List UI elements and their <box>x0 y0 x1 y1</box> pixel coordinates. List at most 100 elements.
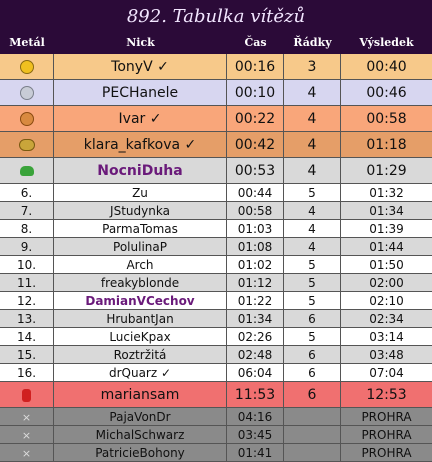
page-title: 892. Tabulka vítězů <box>0 0 432 32</box>
time-cell: 02:48 <box>227 346 284 363</box>
table-row: 16. drQuarz ✓ 06:04 6 07:04 <box>0 364 432 382</box>
result-cell: PROHRA <box>341 444 432 461</box>
rows-cell: 5 <box>284 256 341 273</box>
nick-cell: MichalSchwarz <box>54 426 227 443</box>
medal-cell: 14. <box>0 328 54 345</box>
medal-text: 13. <box>16 312 37 326</box>
potato-icon <box>18 139 35 151</box>
medal-cell: × <box>0 426 54 443</box>
nick-text: PatricieBohony <box>95 446 185 460</box>
result-cell: 00:40 <box>341 54 432 79</box>
table-row: 11. freakyblonde 01:12 5 02:00 <box>0 274 432 292</box>
time-cell: 01:34 <box>227 310 284 327</box>
table-row: 12. DamianVCechov 01:22 5 02:10 <box>0 292 432 310</box>
rows-text: 4 <box>308 240 316 254</box>
time-cell: 01:22 <box>227 292 284 309</box>
gold-medal-icon <box>19 60 34 74</box>
time-cell: 00:16 <box>227 54 284 79</box>
result-cell: 07:04 <box>341 364 432 381</box>
nick-text: Roztržitá <box>113 348 167 362</box>
time-cell: 03:45 <box>227 426 284 443</box>
time-cell: 01:08 <box>227 238 284 255</box>
leaderboard-table: TonyV ✓ 00:16 3 00:40 PECHanele 00:10 4 00:46 Iv… <box>0 54 432 462</box>
medal-cell: × <box>0 444 54 461</box>
header-result: Výsledek <box>359 36 414 49</box>
nick-cell: ParmaTomas <box>54 220 227 237</box>
medal-cell <box>0 54 54 79</box>
result-cell: 01:50 <box>341 256 432 273</box>
nick-text: Zu <box>132 186 148 200</box>
nick-cell: PatricieBohony <box>54 444 227 461</box>
rows-cell: 6 <box>284 382 341 407</box>
time-text: 01:03 <box>237 222 273 236</box>
result-cell: 01:39 <box>341 220 432 237</box>
nick-text: Ivar ✓ <box>118 111 162 127</box>
nick-text: PolulinaP <box>113 240 167 254</box>
rows-text: 4 <box>307 163 317 179</box>
medal-text: × <box>21 429 32 442</box>
result-text: 00:46 <box>366 85 407 101</box>
rows-text: 4 <box>308 204 316 218</box>
result-cell: 03:14 <box>341 328 432 345</box>
rows-cell: 5 <box>284 292 341 309</box>
medal-cell: 6. <box>0 184 54 201</box>
result-cell: 01:18 <box>341 132 432 157</box>
rows-text: 5 <box>308 294 316 308</box>
time-cell: 00:44 <box>227 184 284 201</box>
table-row: 15. Roztržitá 02:48 6 03:48 <box>0 346 432 364</box>
nick-cell: drQuarz ✓ <box>54 364 227 381</box>
nick-text: drQuarz ✓ <box>108 366 172 380</box>
rows-cell: 6 <box>284 346 341 363</box>
rows-text: 5 <box>308 258 316 272</box>
nick-text: freakyblonde <box>100 276 180 290</box>
nick-text: PECHanele <box>101 85 179 101</box>
nick-cell: Zu <box>54 184 227 201</box>
time-cell: 00:10 <box>227 80 284 105</box>
nick-cell: mariansam <box>54 382 227 407</box>
rows-text: 5 <box>308 276 316 290</box>
time-text: 00:53 <box>234 163 276 179</box>
table-row: 7. JStudynka 00:58 4 01:34 <box>0 202 432 220</box>
medal-cell <box>0 80 54 105</box>
result-cell: PROHRA <box>341 408 432 425</box>
table-row: Ivar ✓ 00:22 4 00:58 <box>0 106 432 132</box>
result-cell: 01:44 <box>341 238 432 255</box>
time-cell: 01:41 <box>227 444 284 461</box>
nick-cell: freakyblonde <box>54 274 227 291</box>
result-text: PROHRA <box>361 428 412 442</box>
time-cell: 01:12 <box>227 274 284 291</box>
result-text: 02:10 <box>369 294 404 308</box>
result-text: 00:58 <box>366 111 407 127</box>
medal-text: 14. <box>16 330 37 344</box>
result-cell: 00:58 <box>341 106 432 131</box>
result-cell: 02:34 <box>341 310 432 327</box>
time-cell: 11:53 <box>227 382 284 407</box>
result-text: 01:18 <box>366 137 407 153</box>
rows-text: 5 <box>308 330 316 344</box>
nick-cell: PajaVonDr <box>54 408 227 425</box>
result-text: 01:50 <box>369 258 404 272</box>
medal-cell: 13. <box>0 310 54 327</box>
time-text: 04:16 <box>237 410 273 424</box>
medal-text: 16. <box>16 366 37 380</box>
rows-cell <box>284 426 341 443</box>
time-cell: 04:16 <box>227 408 284 425</box>
rows-cell: 4 <box>284 202 341 219</box>
time-text: 03:45 <box>237 428 273 442</box>
table-row: NocniDuha 00:53 4 01:29 <box>0 158 432 184</box>
rows-text: 6 <box>307 387 317 403</box>
nick-cell: LucieKpax <box>54 328 227 345</box>
time-cell: 00:42 <box>227 132 284 157</box>
rows-text: 3 <box>307 59 317 75</box>
result-text: 02:34 <box>369 312 404 326</box>
time-text: 00:10 <box>234 85 276 101</box>
time-text: 01:02 <box>237 258 273 272</box>
nick-text: NocniDuha <box>97 163 183 179</box>
nick-cell: Arch <box>54 256 227 273</box>
rows-cell: 6 <box>284 364 341 381</box>
rows-text: 4 <box>308 222 316 236</box>
nick-cell: DamianVCechov <box>54 292 227 309</box>
nick-cell: HrubantJan <box>54 310 227 327</box>
rows-cell: 6 <box>284 310 341 327</box>
nick-text: ParmaTomas <box>102 222 178 236</box>
